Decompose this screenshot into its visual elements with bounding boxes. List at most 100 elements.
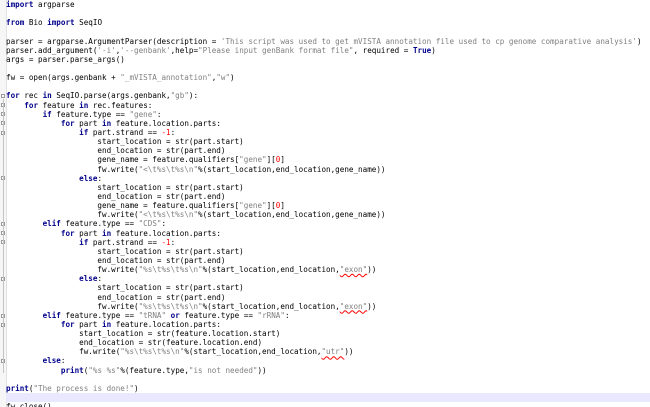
keyword-token: import [6, 0, 34, 9]
code-line[interactable]: start_location = str(part.start) [6, 283, 650, 292]
code-line[interactable]: gene_name = feature.qualifiers["gene"][0… [6, 155, 650, 164]
number-token: -1 [161, 237, 171, 247]
code-line[interactable]: print("%s %s"%(feature.type,"is not need… [6, 366, 650, 375]
code-line[interactable]: elif feature.type == "tRNA" or feature.t… [6, 311, 650, 320]
code-token: part [74, 319, 103, 329]
code-line[interactable]: start_location = str(feature.location.st… [6, 329, 650, 338]
code-token: ) [636, 36, 642, 46]
code-line[interactable]: start_location = str(part.start) [6, 137, 650, 146]
code-line[interactable] [6, 27, 650, 36]
code-line[interactable]: else: [6, 274, 650, 283]
code-line[interactable]: for rec in SeqIO.parse(args.genbank,"gb"… [6, 91, 650, 100]
code-line[interactable]: parser.add_argument('-i','--genbank',hel… [6, 46, 650, 55]
code-line[interactable]: parser = argparse.ArgumentParser(descrip… [6, 37, 650, 46]
string-token: "CDS" [138, 219, 162, 229]
code-line[interactable]: else: [6, 174, 650, 183]
code-token: start_location = str(part.start) [6, 182, 244, 192]
code-token: : [97, 173, 103, 183]
keyword-token: else [42, 356, 61, 366]
code-line[interactable]: fw.write("%s\t%s\t%s\n"%(start_location,… [6, 265, 650, 274]
code-token: part.strand == [88, 127, 162, 137]
code-token: : [161, 219, 167, 229]
code-line[interactable]: args = parser.parse_args() [6, 55, 650, 64]
code-line[interactable]: fw.close() [6, 402, 650, 407]
code-token: : [97, 274, 103, 284]
string-token: "%s\t%s\t%s\n" [120, 347, 185, 357]
code-token: %(start_location,end_location, [202, 301, 340, 311]
code-line[interactable]: end_location = str(part.end) [6, 192, 650, 201]
code-token: end_location = str(feature.location.end) [6, 338, 263, 348]
code-token: feature.type == [51, 109, 130, 119]
code-token: rec.features: [88, 100, 153, 110]
string-token: "w" [216, 73, 231, 83]
code-line[interactable] [6, 64, 650, 73]
code-line[interactable]: for part in feature.location.parts: [6, 320, 650, 329]
string-token: "gene" [239, 155, 267, 165]
code-token: feature.type == [179, 310, 258, 320]
code-line[interactable] [6, 9, 650, 18]
string-token: "%s %s" [88, 365, 121, 375]
string-token: "<\t%s\t%s\n" [138, 164, 199, 174]
code-line[interactable]: elif feature.type == "CDS": [6, 219, 650, 228]
code-line[interactable]: end_location = str(part.end) [6, 256, 650, 265]
code-line[interactable]: end_location = str(part.end) [6, 146, 650, 155]
string-token: "gene" [239, 201, 267, 211]
keyword-token: print [6, 383, 29, 393]
code-line[interactable] [6, 82, 650, 91]
code-line[interactable]: for feature in rec.features: [6, 101, 650, 110]
keyword-token: from [6, 18, 25, 28]
code-line[interactable]: fw = open(args.genbank + "_mVISTA_annota… [6, 73, 650, 82]
code-area[interactable]: import argparse from Bio import SeqIO pa… [6, 0, 650, 407]
string-token: "is not needed" [188, 365, 258, 375]
code-token: )) [344, 347, 354, 357]
code-line[interactable]: for part in feature.location.parts: [6, 119, 650, 128]
code-line[interactable]: else: [6, 356, 650, 365]
code-token: fw.write( [6, 347, 121, 357]
code-line[interactable]: import argparse [6, 0, 650, 9]
code-editor[interactable]: import argparse from Bio import SeqIO pa… [0, 0, 650, 407]
code-token: start_location = str(part.start) [6, 137, 244, 147]
number-token: -1 [161, 127, 171, 137]
code-line[interactable]: end_location = str(feature.location.end) [6, 338, 650, 347]
code-line[interactable] [6, 393, 650, 403]
code-token: end_location = str(part.end) [6, 292, 226, 302]
code-line[interactable]: start_location = str(part.start) [6, 247, 650, 256]
code-line[interactable]: fw.write("<\t%s\t%s\n"%(start_location,e… [6, 165, 650, 174]
code-line[interactable]: fw.write("<\t%s\t%s\n"%(start_location,e… [6, 210, 650, 219]
code-line[interactable]: if feature.type == "gene": [6, 110, 650, 119]
code-token: : [156, 109, 162, 119]
code-token: argparse [33, 0, 75, 9]
string-token: "<\t%s\t%s\n" [138, 210, 199, 220]
code-line[interactable] [6, 375, 650, 384]
code-line[interactable]: if part.strand == -1: [6, 128, 650, 137]
keyword-token: elif [42, 219, 61, 229]
code-line[interactable]: start_location = str(part.start) [6, 183, 650, 192]
code-token: : [284, 310, 290, 320]
keyword-token: else [79, 173, 98, 183]
keyword-token: in [102, 228, 112, 238]
code-token: )) [257, 365, 267, 375]
code-token: feature [38, 100, 80, 110]
keyword-token: in [79, 100, 89, 110]
code-token: : [170, 237, 176, 247]
code-line[interactable]: fw.write("%s\t%s\t%s\n"%(start_location,… [6, 347, 650, 356]
code-line[interactable]: gene_name = feature.qualifiers["gene"][0… [6, 201, 650, 210]
code-line[interactable]: for part in feature.location.parts: [6, 229, 650, 238]
code-line[interactable]: if part.strand == -1: [6, 238, 650, 247]
fold-toggle-icon[interactable] [1, 94, 5, 98]
string-token: "%s\t%s\t%s\n" [138, 301, 203, 311]
code-token: fw = open(args.genbank + [6, 73, 121, 83]
keyword-token: elif [42, 310, 61, 320]
code-token: ): [188, 91, 199, 101]
code-line[interactable]: end_location = str(part.end) [6, 293, 650, 302]
code-token: ][ [266, 155, 276, 165]
string-token: '--genbank' [120, 45, 171, 55]
code-line[interactable]: print("The process is done!") [6, 384, 650, 393]
code-line[interactable]: from Bio import SeqIO [6, 18, 650, 27]
code-line[interactable]: fw.write("%s\t%s\t%s\n"%(start_location,… [6, 302, 650, 311]
